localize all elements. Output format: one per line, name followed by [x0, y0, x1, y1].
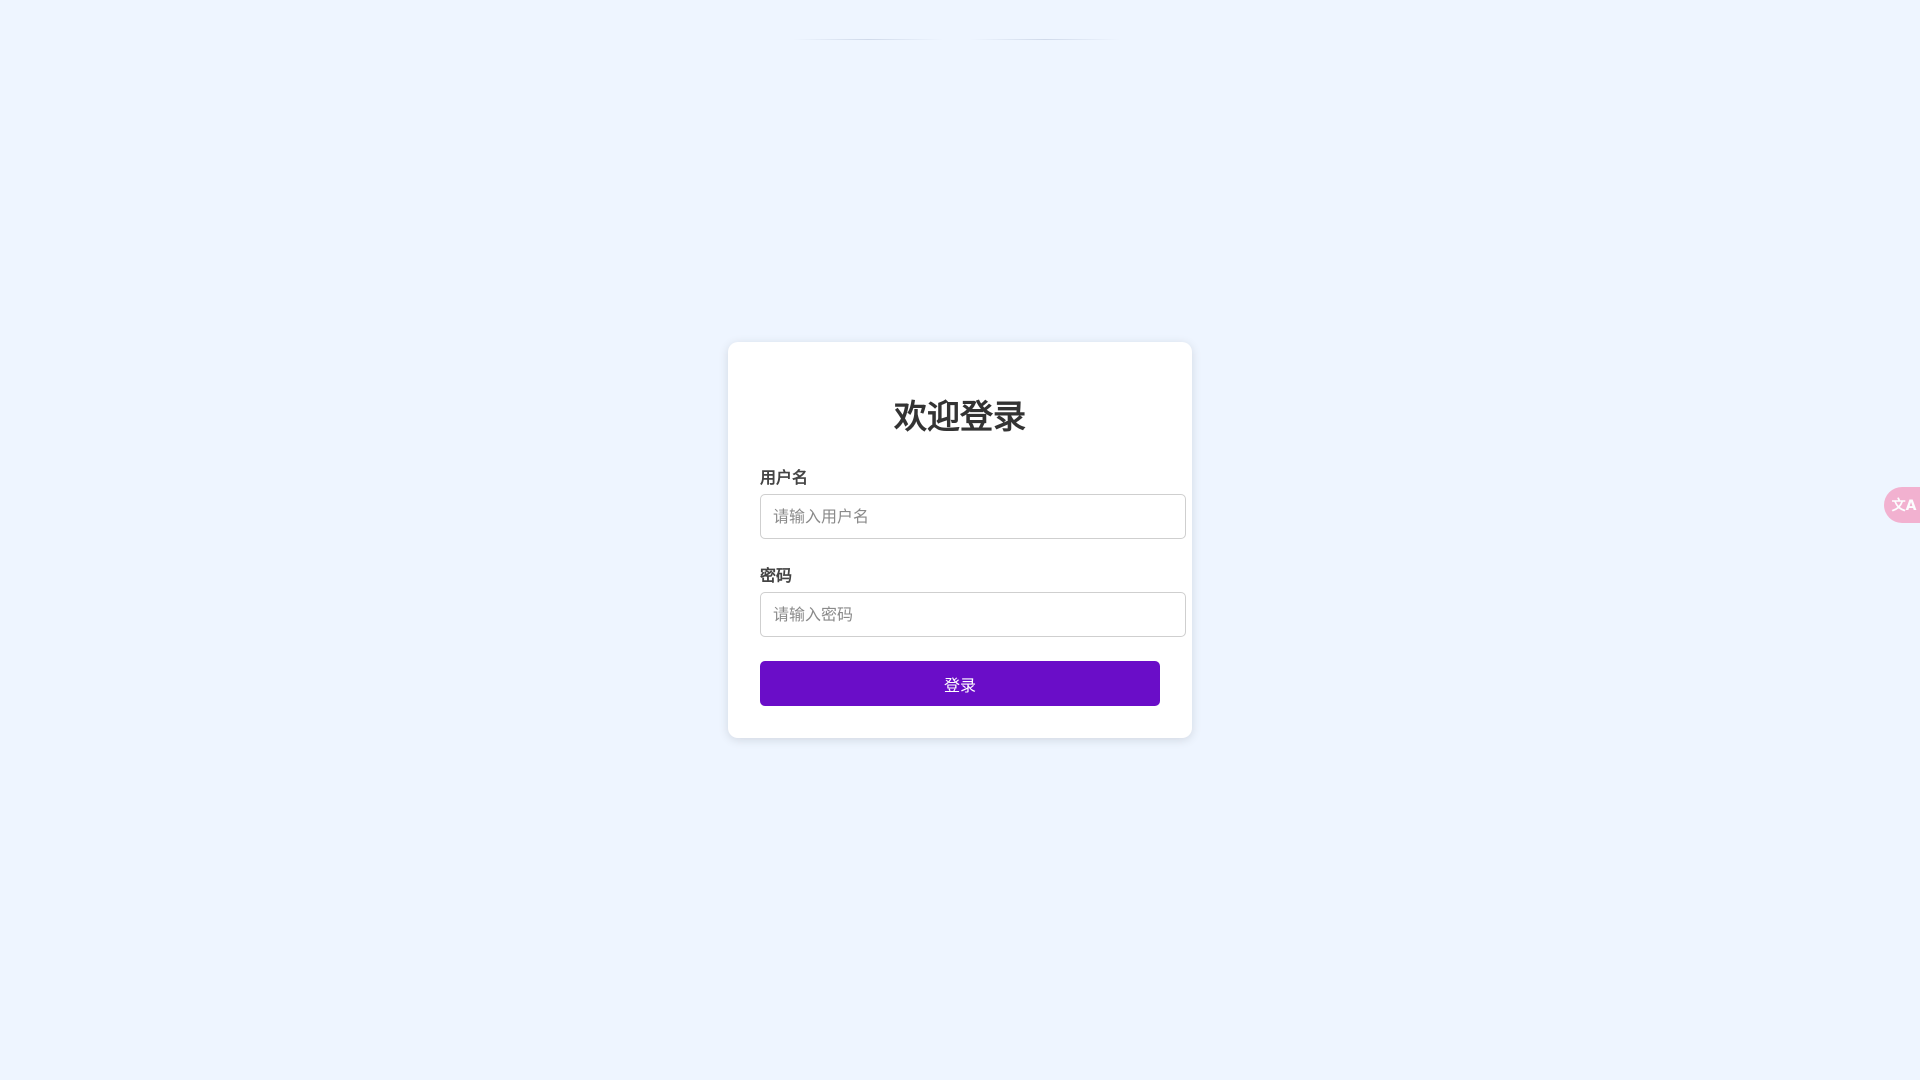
password-input[interactable]: [760, 592, 1186, 637]
password-label: 密码: [760, 566, 793, 585]
header-divider-right: [970, 39, 1120, 40]
login-page: 欢迎登录 用户名 密码 登录 文A: [0, 0, 1920, 1080]
header-divider-left: [793, 39, 943, 40]
login-button[interactable]: 登录: [760, 661, 1160, 706]
username-label: 用户名: [760, 468, 809, 487]
translate-icon[interactable]: 文A: [1884, 487, 1920, 523]
page-title: 欢迎登录: [894, 397, 1026, 436]
username-input[interactable]: [760, 494, 1186, 539]
login-card: 欢迎登录 用户名 密码 登录: [728, 342, 1192, 738]
